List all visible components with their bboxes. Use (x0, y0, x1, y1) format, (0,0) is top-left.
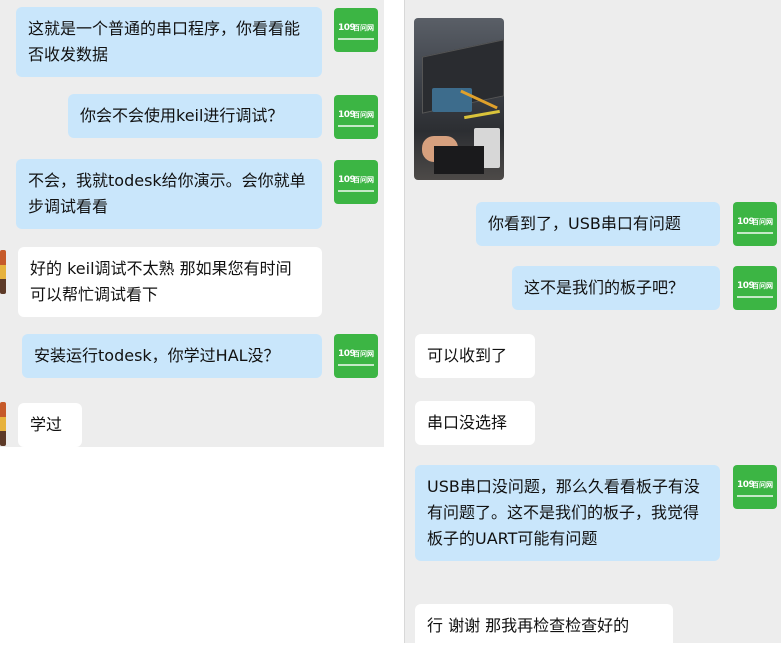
message-bubble[interactable]: 好的 keil调试不太熟 那如果您有时间 可以帮忙调试看下 (18, 247, 322, 317)
message-text: 你看到了，USB串口有问题 (488, 214, 681, 233)
logo-avatar[interactable]: 109 百问网 (334, 334, 378, 378)
message-text: 这就是一个普通的串口程序，你看看能否收发数据 (28, 19, 301, 64)
avatar-brand: 百问网 (353, 24, 374, 32)
logo-avatar[interactable]: 109 百问网 (334, 95, 378, 139)
message-text: 安装运行todesk，你学过HAL没？ (34, 346, 280, 365)
avatar-brand: 百问网 (353, 111, 374, 119)
avatar-brand: 百问网 (752, 481, 773, 489)
message-bubble[interactable]: 可以收到了 (415, 334, 535, 378)
message-bubble[interactable]: 你看到了，USB串口有问题 (476, 202, 720, 246)
message-bubble[interactable]: USB串口没问题，那么久看看板子有没有问题了。这不是我们的板子，我觉得板子的UA… (415, 465, 720, 561)
message-bubble[interactable]: 不会，我就todesk给你演示。会你就单步调试看看 (16, 159, 322, 229)
message-bubble[interactable]: 串口没选择 (415, 401, 535, 445)
message-text: USB串口没问题，那么久看看板子有没有问题了。这不是我们的板子，我觉得板子的UA… (427, 477, 700, 548)
avatar-brand: 百问网 (353, 176, 374, 184)
logo-avatar[interactable]: 109 百问网 (334, 8, 378, 52)
message-text: 学过 (30, 415, 63, 434)
user-avatar[interactable] (0, 402, 6, 446)
message-bubble[interactable]: 你会不会使用keil进行调试？ (68, 94, 322, 138)
message-text: 不会，我就todesk给你演示。会你就单步调试看看 (28, 171, 306, 216)
message-bubble[interactable]: 这就是一个普通的串口程序，你看看能否收发数据 (16, 7, 322, 77)
photo-message[interactable] (414, 18, 504, 180)
chat-panel-left: 这就是一个普通的串口程序，你看看能否收发数据 109 百问网 你会不会使用kei… (0, 0, 384, 447)
avatar-brand: 百问网 (752, 218, 773, 226)
message-bubble[interactable]: 安装运行todesk，你学过HAL没？ (22, 334, 322, 378)
avatar-brand: 百问网 (353, 350, 374, 358)
user-avatar[interactable] (0, 250, 6, 294)
logo-avatar[interactable]: 109 百问网 (733, 202, 777, 246)
message-bubble[interactable]: 学过 (18, 403, 82, 447)
message-text: 你会不会使用keil进行调试？ (80, 106, 284, 125)
message-text: 好的 keil调试不太熟 那如果您有时间 可以帮忙调试看下 (30, 259, 292, 304)
message-text: 行 谢谢 那我再检查检查好的 (427, 616, 630, 635)
message-bubble[interactable]: 这不是我们的板子吧？ (512, 266, 720, 310)
logo-avatar[interactable]: 109 百问网 (733, 465, 777, 509)
message-text: 可以收到了 (427, 346, 508, 365)
message-text: 这不是我们的板子吧？ (524, 278, 685, 297)
message-text: 串口没选择 (427, 413, 508, 432)
message-bubble[interactable]: 行 谢谢 那我再检查检查好的 (415, 604, 673, 654)
logo-avatar[interactable]: 109 百问网 (733, 266, 777, 310)
avatar-brand: 百问网 (752, 282, 773, 290)
logo-avatar[interactable]: 109 百问网 (334, 160, 378, 204)
